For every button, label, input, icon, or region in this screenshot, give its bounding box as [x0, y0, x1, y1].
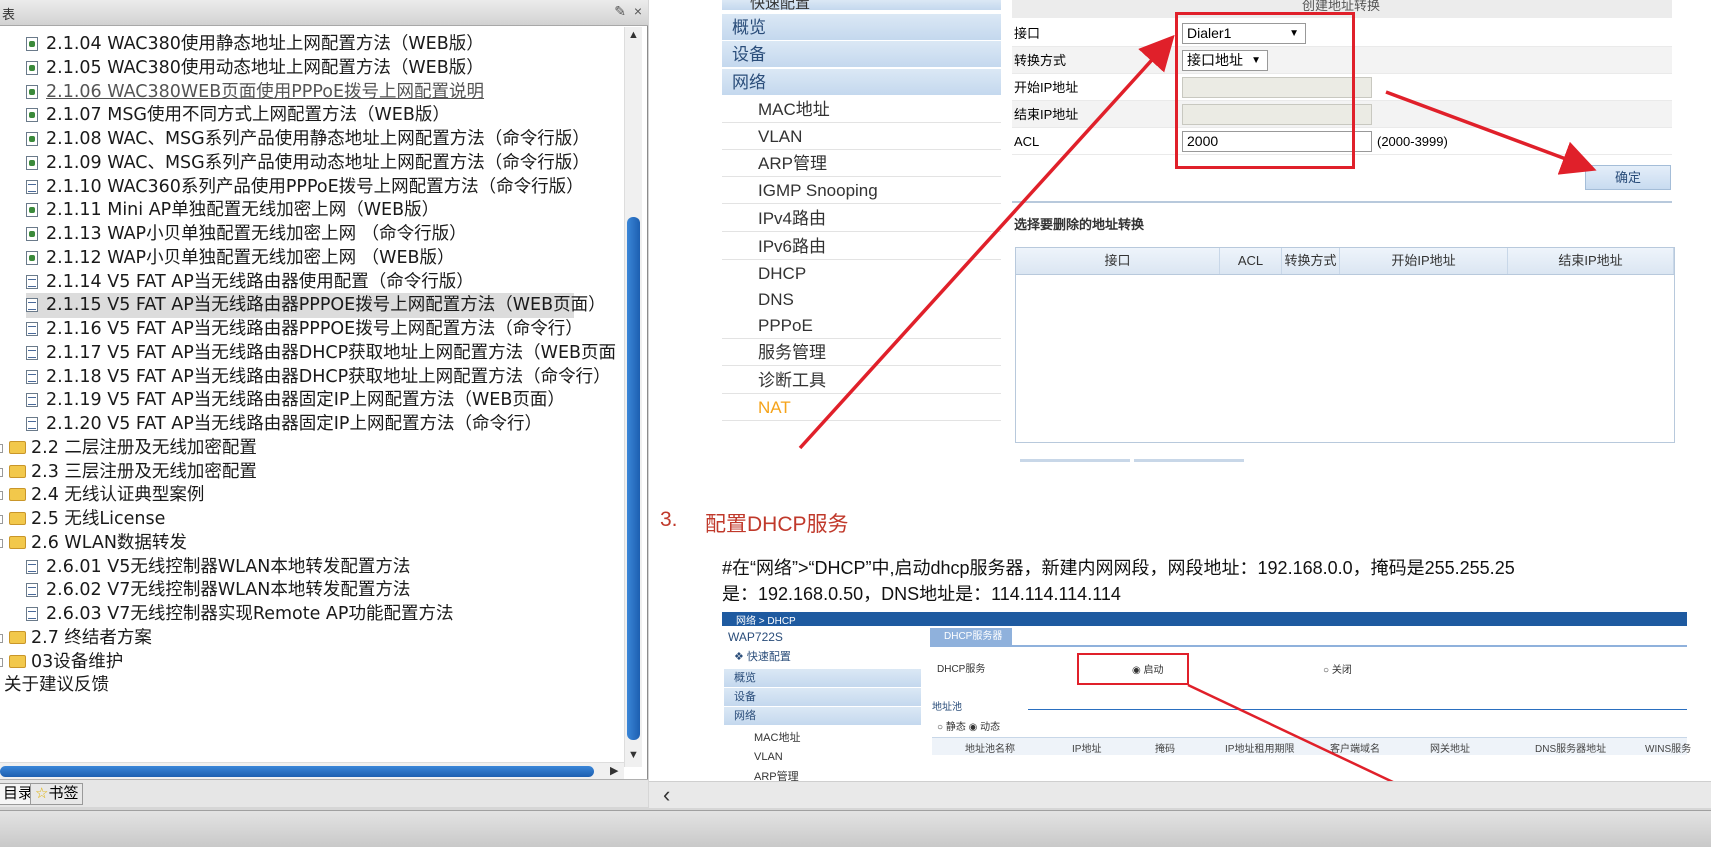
- arrow-enable-down: [1187, 683, 1396, 785]
- annotation-arrows: [798, 34, 1597, 785]
- document-horizontal-scrollbar[interactable]: ‹: [649, 781, 1711, 808]
- scroll-left-icon[interactable]: ‹: [663, 782, 670, 808]
- arrow-form-to-confirm: [1385, 90, 1597, 175]
- status-bar: [0, 810, 1711, 847]
- arrow-nat-to-form: [798, 34, 1175, 450]
